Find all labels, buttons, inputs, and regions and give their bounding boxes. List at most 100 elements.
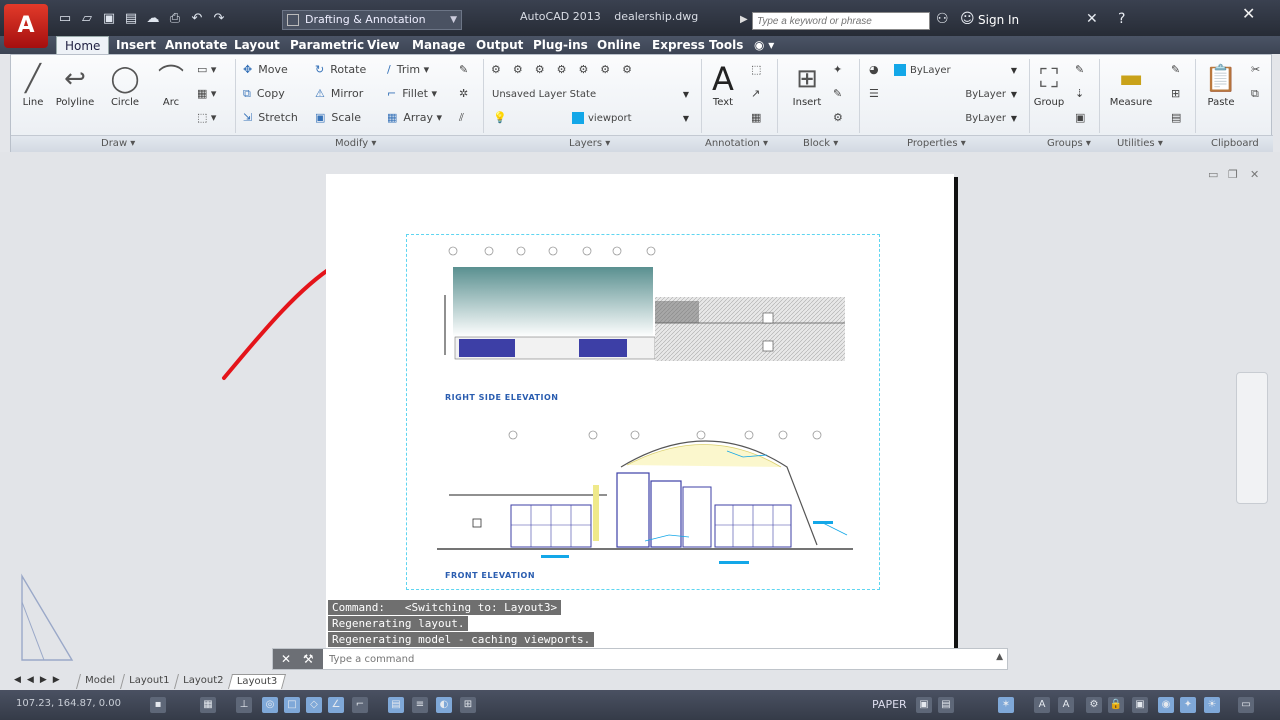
layer-dropdown[interactable]: viewport ▼ (567, 111, 693, 127)
open-icon[interactable]: ▱ (78, 10, 96, 28)
calculator-icon[interactable]: ▤ (1171, 111, 1181, 124)
color-wheel-icon[interactable]: ◕ (869, 63, 879, 76)
application-menu-button[interactable]: A (4, 4, 48, 48)
polar-icon[interactable]: ◎ (262, 697, 278, 713)
ortho-icon[interactable]: ⊥ (236, 697, 252, 713)
layout-tab-layout1[interactable]: Layout1 (119, 674, 178, 689)
search-input[interactable] (752, 12, 930, 30)
scale-button[interactable]: ▣ Scale (315, 111, 361, 124)
panel-modify[interactable]: Modify ▾ (335, 138, 376, 149)
rotate-button[interactable]: ↻ Rotate (315, 63, 366, 76)
exchange-icon[interactable]: ✕ (1086, 11, 1098, 27)
copy-button[interactable]: ⧉ Copy (243, 87, 285, 101)
snap-icon[interactable]: ▪ (150, 697, 166, 713)
redo-icon[interactable]: ↷ (210, 10, 228, 28)
tab-navigation-arrows[interactable]: ◀◀▶▶ (14, 675, 66, 685)
coordinate-readout[interactable]: 107.23, 164.87, 0.00 (16, 698, 121, 709)
quick-select-icon[interactable]: ✎ (1171, 63, 1180, 76)
copy-clip-icon[interactable]: ⧉ (1251, 87, 1259, 101)
workspace-switch-icon[interactable]: ⚙ (1086, 697, 1102, 713)
tab-view[interactable]: View (367, 36, 399, 54)
panel-layers[interactable]: Layers ▾ (569, 138, 610, 149)
viewport[interactable]: RIGHT SIDE ELEVATION FRONT ELEVATION (406, 234, 880, 590)
explode-icon[interactable]: ✲ (459, 87, 468, 100)
create-block-icon[interactable]: ✦ (833, 63, 842, 76)
undo-icon[interactable]: ↶ (188, 10, 206, 28)
polyline-tool[interactable]: ↩ Polyline (53, 61, 97, 108)
space-toggle[interactable]: PAPER (872, 698, 907, 711)
layout-tab-layout3[interactable]: Layout3 (227, 674, 287, 689)
measure-tool[interactable]: ▬ Measure (1109, 61, 1153, 108)
lineweight-dropdown[interactable]: ByLayer ▼ (889, 111, 1021, 127)
linetype-icon[interactable]: ☰ (869, 87, 879, 100)
close-icon[interactable]: ✕ (281, 652, 291, 666)
3d-osnap-icon[interactable]: ◇ (306, 697, 322, 713)
color-dropdown[interactable]: ByLayer ▼ (889, 63, 1021, 79)
panel-annotation[interactable]: Annotation ▾ (705, 138, 768, 149)
clean-screen-icon[interactable]: ▭ (1238, 697, 1254, 713)
offset-icon[interactable]: ⫽ (459, 111, 464, 125)
panel-utilities[interactable]: Utilities ▾ (1117, 138, 1163, 149)
quick-props-icon[interactable]: ⊞ (460, 697, 476, 713)
tab-plugins[interactable]: Plug-ins (533, 36, 588, 54)
move-button[interactable]: ✥ Move (243, 63, 288, 76)
help-icon[interactable]: ? (1118, 11, 1125, 27)
navigation-bar[interactable] (1236, 372, 1268, 504)
tab-online[interactable]: Online (597, 36, 641, 54)
fillet-button[interactable]: ⌐ Fillet ▾ (387, 87, 437, 100)
wrench-icon[interactable]: ⚒ (303, 652, 314, 666)
sign-in-button[interactable]: Sign In (978, 13, 1019, 27)
close-icon[interactable]: ✕ (1242, 4, 1255, 23)
tab-insert[interactable]: Insert (116, 36, 156, 54)
attribute-icon[interactable]: ⚙ (833, 111, 843, 124)
id-point-icon[interactable]: ⊞ (1171, 87, 1180, 100)
isolate-icon[interactable]: ✦ (1180, 697, 1196, 713)
line-tool[interactable]: ╱ Line (11, 61, 55, 108)
save-as-icon[interactable]: ▤ (122, 10, 140, 28)
panel-properties[interactable]: Properties ▾ (907, 138, 966, 149)
trim-button[interactable]: / Trim ▾ (387, 63, 429, 76)
workspace-dropdown[interactable]: Drafting & Annotation ▼ (282, 10, 462, 30)
transparency-icon[interactable]: ◐ (436, 697, 452, 713)
table-icon[interactable]: ▦ (751, 111, 761, 124)
lock-icon[interactable]: 🔒 (1108, 697, 1124, 713)
tab-express-tools[interactable]: Express Tools (652, 36, 743, 54)
layer-state-dropdown[interactable]: Unsaved Layer State ▼ (487, 87, 693, 103)
quick-view-layouts-icon[interactable]: ▣ (916, 697, 932, 713)
camera-icon[interactable]: ◉ ▾ (754, 36, 774, 54)
grid-icon[interactable]: ▦ (200, 697, 216, 713)
tab-output[interactable]: Output (476, 36, 523, 54)
expand-icon[interactable]: ▶ (740, 14, 748, 25)
tab-annotate[interactable]: Annotate (165, 36, 227, 54)
close-drawing-icon[interactable]: ✕ (1250, 168, 1259, 181)
erase-icon[interactable]: ✎ (459, 63, 468, 76)
auto-scale-icon[interactable]: A (1058, 697, 1074, 713)
panel-groups[interactable]: Groups ▾ (1047, 138, 1091, 149)
tab-layout[interactable]: Layout (234, 36, 280, 54)
rectangle-icon[interactable]: ▭ ▾ (197, 63, 216, 76)
otrack-icon[interactable]: ∠ (328, 697, 344, 713)
minimize-drawing-icon[interactable]: ▭ (1208, 168, 1218, 181)
hardware-accel-icon[interactable]: ▣ (1132, 697, 1148, 713)
command-input[interactable] (329, 651, 989, 667)
save-icon[interactable]: ▣ (100, 10, 118, 28)
lightbulb-status-icon[interactable]: ☀ (1204, 697, 1220, 713)
tab-home[interactable]: Home (56, 36, 110, 54)
lineweight-icon[interactable]: ≡ (412, 697, 428, 713)
paste-tool[interactable]: 📋 Paste (1199, 61, 1243, 108)
stretch-button[interactable]: ⇲ Stretch (243, 111, 298, 124)
dimension-icon[interactable]: ⬚ (751, 63, 761, 76)
layer-tools-row[interactable]: ⚙⚙⚙⚙⚙⚙⚙ (491, 63, 644, 76)
array-button[interactable]: ▦ Array ▾ (387, 111, 442, 124)
panel-draw[interactable]: Draw ▾ (101, 138, 135, 149)
group-edit-icon[interactable]: ⇣ (1075, 87, 1084, 100)
cloud-icon[interactable]: ☁ (144, 10, 162, 28)
leader-icon[interactable]: ↗ (751, 87, 760, 100)
layout-tab-layout2[interactable]: Layout2 (173, 674, 232, 689)
tab-manage[interactable]: Manage (412, 36, 465, 54)
group-select-icon[interactable]: ▣ (1075, 111, 1085, 124)
insert-tool[interactable]: ⊞ Insert (785, 61, 829, 108)
mirror-button[interactable]: ⚠ Mirror (315, 87, 363, 100)
osnap-icon[interactable]: □ (284, 697, 300, 713)
lightbulb-icon[interactable]: 💡 (493, 111, 507, 124)
